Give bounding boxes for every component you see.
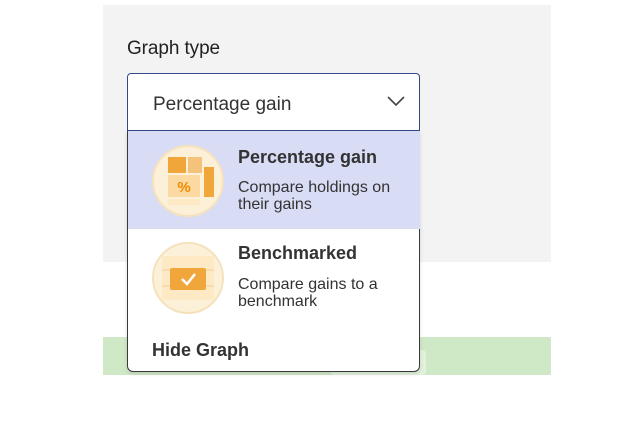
graph-type-select[interactable]: Percentage gain (127, 73, 420, 131)
benchmark-checkbox-icon (152, 242, 224, 314)
option-percentage-gain-description: Compare holdings on their gains (238, 179, 391, 213)
graph-type-selected-value: Percentage gain (153, 94, 292, 115)
option-percentage-gain-title: Percentage gain (238, 147, 378, 167)
option-benchmarked-description: Compare gains to a benchmark (238, 276, 378, 310)
hide-graph-option[interactable]: Hide Graph (152, 340, 249, 361)
option-benchmarked[interactable]: Benchmarked Compare gains to a benchmark (128, 229, 420, 327)
option-percentage-gain[interactable]: % Percentage gain Compare holdings on th… (128, 131, 420, 229)
graph-type-dropdown-menu: % Percentage gain Compare holdings on th… (127, 131, 420, 372)
graph-type-label: Graph type (127, 38, 220, 59)
option-benchmarked-title: Benchmarked (238, 243, 358, 263)
chevron-down-icon (387, 96, 405, 107)
svg-text:%: % (177, 179, 190, 196)
percentage-chart-icon: % (152, 145, 224, 217)
